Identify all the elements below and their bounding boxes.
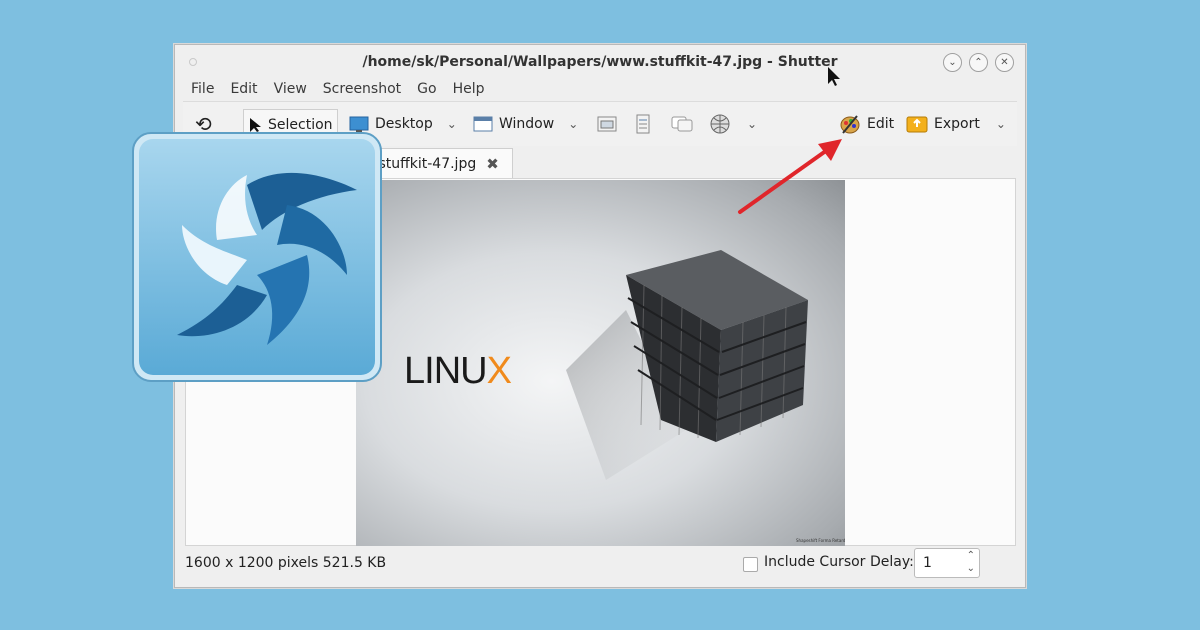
chevron-down-icon[interactable]: ⌄ bbox=[568, 117, 578, 131]
annotation-arrow bbox=[738, 139, 842, 214]
close-tab-icon[interactable]: ✖ bbox=[486, 155, 499, 173]
menu-capture-icon bbox=[636, 114, 650, 134]
image-credit: Shapeshift Forma Retard bbox=[796, 538, 845, 543]
chevron-down-icon[interactable]: ⌄ bbox=[747, 117, 757, 131]
shutter-app-icon bbox=[132, 132, 382, 382]
section-button[interactable] bbox=[597, 109, 617, 139]
menu-view[interactable]: View bbox=[266, 79, 315, 101]
chevron-down-icon[interactable]: ⌄ bbox=[996, 117, 1006, 131]
delay-spinner[interactable]: 1 ⌃ ⌄ bbox=[914, 548, 980, 578]
menu-capture-button[interactable] bbox=[635, 109, 651, 139]
maximize-icon[interactable]: ⌃ bbox=[969, 53, 988, 72]
menu-bar: File Edit View Screenshot Go Help bbox=[183, 79, 493, 101]
chevron-down-icon[interactable]: ⌄ bbox=[447, 117, 457, 131]
tooltip-icon bbox=[671, 116, 693, 132]
edit-label: Edit bbox=[867, 116, 895, 132]
screenshot-image: LINUX Shapeshift Forma Retard bbox=[356, 180, 845, 546]
tab-image[interactable]: .stuffkit-47.jpg ✖ bbox=[373, 148, 513, 179]
section-icon bbox=[597, 116, 617, 132]
menu-help[interactable]: Help bbox=[445, 79, 493, 101]
title-bar: /home/sk/Personal/Wallpapers/www.stuffki… bbox=[175, 45, 1025, 79]
tooltip-capture-button[interactable] bbox=[671, 109, 693, 139]
window-label: Window bbox=[499, 116, 555, 132]
export-button[interactable]: Export ⌄ bbox=[906, 109, 1006, 139]
include-cursor-checkbox[interactable] bbox=[743, 557, 758, 572]
linux-logo-text: LINUX bbox=[404, 350, 512, 392]
menu-file[interactable]: File bbox=[183, 79, 222, 101]
window-title: /home/sk/Personal/Wallpapers/www.stuffki… bbox=[362, 54, 838, 70]
include-cursor-label: Include Cursor bbox=[764, 554, 866, 570]
export-label: Export bbox=[934, 116, 980, 132]
image-info: 1600 x 1200 pixels 521.5 KB bbox=[185, 555, 387, 571]
close-icon[interactable]: ✕ bbox=[995, 53, 1014, 72]
export-icon bbox=[906, 116, 928, 133]
window-button[interactable]: Window ⌄ bbox=[473, 109, 578, 139]
menu-screenshot[interactable]: Screenshot bbox=[315, 79, 409, 101]
delay-value: 1 bbox=[923, 555, 932, 571]
status-bar: 1600 x 1200 pixels 521.5 KB Include Curs… bbox=[175, 545, 1025, 585]
chevron-up-icon[interactable]: ⌃ bbox=[967, 550, 975, 561]
globe-icon bbox=[710, 114, 730, 134]
server-cube-image: LINUX Shapeshift Forma Retard bbox=[404, 250, 845, 543]
minimize-icon[interactable]: ⌄ bbox=[943, 53, 962, 72]
tab-label: .stuffkit-47.jpg bbox=[374, 156, 477, 172]
window-icon bbox=[473, 116, 493, 132]
mouse-pointer-icon bbox=[828, 67, 840, 86]
menu-edit[interactable]: Edit bbox=[222, 79, 265, 101]
delay-label: Delay: bbox=[870, 554, 914, 570]
chevron-down-icon[interactable]: ⌄ bbox=[967, 563, 975, 574]
menu-go[interactable]: Go bbox=[409, 79, 444, 101]
